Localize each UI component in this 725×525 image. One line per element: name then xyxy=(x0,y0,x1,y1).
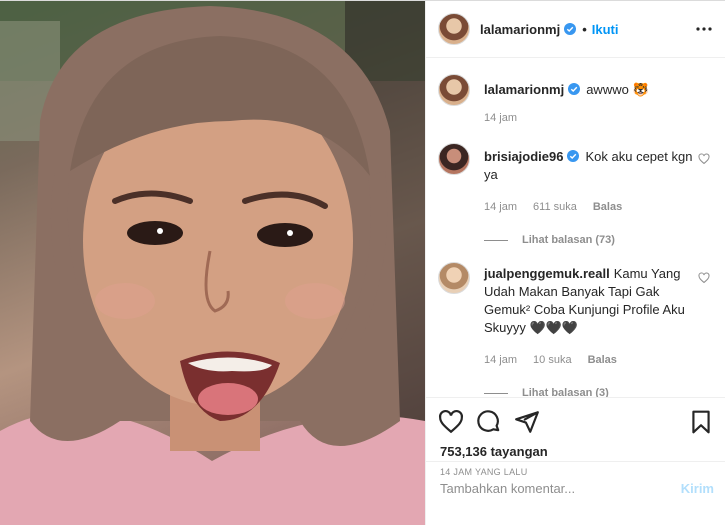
heart-icon[interactable] xyxy=(698,272,710,284)
verified-icon xyxy=(567,150,580,162)
author-avatar[interactable] xyxy=(438,13,470,45)
commenter-avatar[interactable] xyxy=(438,262,470,294)
replies-divider xyxy=(484,392,508,394)
replies-divider xyxy=(484,239,508,241)
share-icon[interactable] xyxy=(514,409,540,435)
post-dialog: lalamarionmj • Ikuti lalamarionmj awwwo 🐯 xyxy=(0,0,725,525)
comment-time[interactable]: 14 jam xyxy=(484,198,517,216)
comment-likes[interactable]: 611 suka xyxy=(533,198,577,216)
post-sidebar: lalamarionmj • Ikuti lalamarionmj awwwo 🐯 xyxy=(425,1,725,525)
post-comment-button[interactable]: Kirim xyxy=(681,481,714,496)
caption-avatar[interactable] xyxy=(438,74,470,106)
more-options-icon[interactable] xyxy=(694,19,714,39)
heart-icon[interactable] xyxy=(438,409,464,435)
view-replies-button[interactable]: Lihat balasan (73) xyxy=(484,234,710,246)
comment-item: brisiajodie96 Kok aku cepet kgn ya 14 jam… xyxy=(438,143,710,216)
heart-icon[interactable] xyxy=(698,153,710,165)
comments-list[interactable]: lalamarionmj awwwo 🐯 14 jam brisiajodie96… xyxy=(426,58,725,397)
caption-username[interactable]: lalamarionmj xyxy=(484,82,564,97)
comment-composer: Kirim xyxy=(426,461,725,515)
comment-input[interactable] xyxy=(440,481,681,496)
reply-button[interactable]: Balas xyxy=(588,351,617,369)
action-bar xyxy=(426,398,725,446)
verified-icon xyxy=(564,23,577,35)
post-header: lalamarionmj • Ikuti xyxy=(426,1,725,58)
commenter-avatar[interactable] xyxy=(438,143,470,175)
comment-likes[interactable]: 10 suka xyxy=(533,351,572,369)
view-count[interactable]: 753,136 tayangan xyxy=(426,444,725,459)
view-replies-label: Lihat balasan (73) xyxy=(522,234,615,246)
view-replies-button[interactable]: Lihat balasan (3) xyxy=(484,387,710,397)
bookmark-icon[interactable] xyxy=(688,409,714,435)
author-username[interactable]: lalamarionmj xyxy=(480,22,560,37)
caption-time[interactable]: 14 jam xyxy=(484,109,517,127)
comment-username[interactable]: jualpenggemuk.reall xyxy=(484,266,610,281)
comment-icon[interactable] xyxy=(476,409,502,435)
follow-button[interactable]: Ikuti xyxy=(592,22,619,37)
caption-text: awwwo 🐯 xyxy=(586,82,649,97)
video-frame-illustration xyxy=(0,1,425,525)
comment-item: jualpenggemuk.reall Kamu Yang Udah Makan … xyxy=(438,262,710,369)
post-video[interactable] xyxy=(0,1,425,525)
reply-button[interactable]: Balas xyxy=(593,198,622,216)
view-replies-label: Lihat balasan (3) xyxy=(522,387,609,397)
separator-dot: • xyxy=(582,21,587,37)
verified-icon xyxy=(568,83,581,95)
comment-username[interactable]: brisiajodie96 xyxy=(484,149,563,164)
post-actions: 753,136 tayangan 14 JAM YANG LALU Kirim xyxy=(426,397,725,525)
caption: lalamarionmj awwwo 🐯 14 jam xyxy=(438,74,710,127)
comment-time[interactable]: 14 jam xyxy=(484,351,517,369)
